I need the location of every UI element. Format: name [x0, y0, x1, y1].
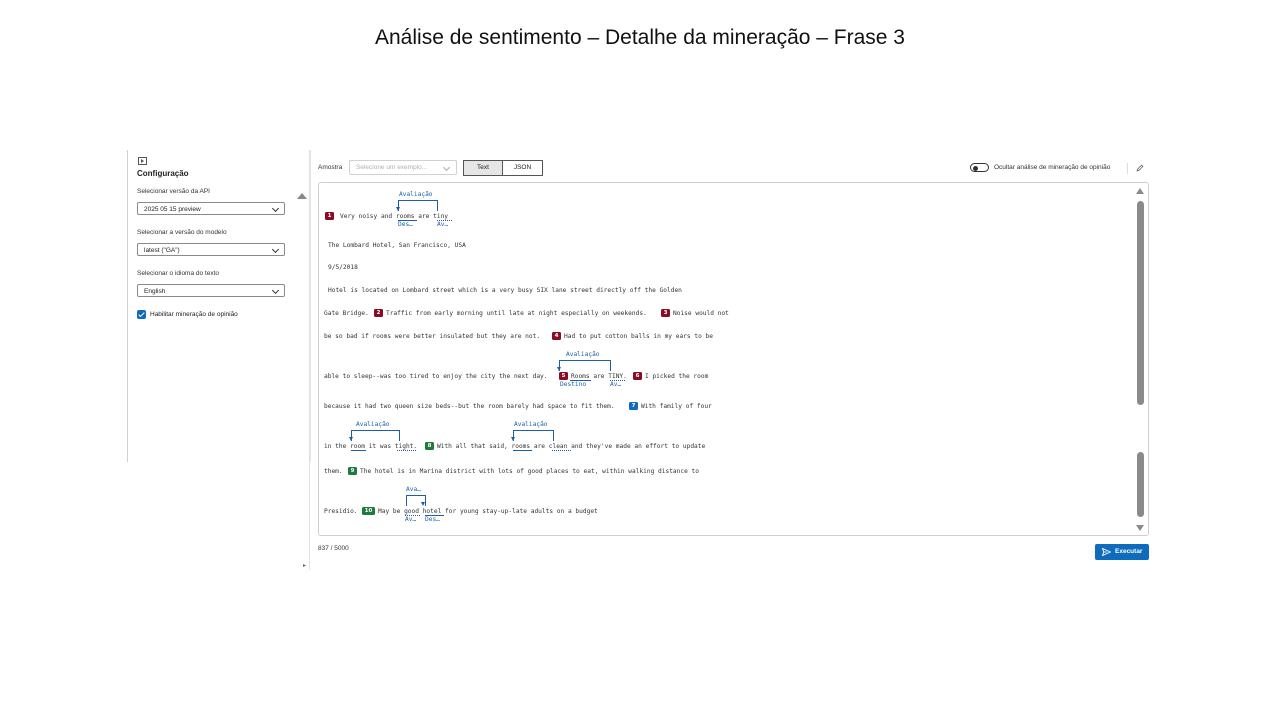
target-underline: [351, 450, 366, 451]
character-count: 837 / 5000: [318, 545, 349, 552]
language-label: Selecionar o idioma do texto: [137, 270, 220, 277]
edit-pencil-icon[interactable]: [1136, 164, 1144, 172]
api-version-label: Selecionar versão da API: [137, 188, 210, 195]
line-10a: them.: [324, 468, 343, 475]
line-10b: The hotel is in Marina district with lot…: [360, 468, 699, 475]
line-9a: in the room it was tight.: [324, 443, 418, 450]
line-5b: Traffic from early morning until late at…: [386, 310, 647, 317]
line-11a: Presidio.: [324, 508, 358, 515]
annotation-ava: Ava…: [406, 486, 421, 493]
sentence-badge-3[interactable]: 3: [661, 309, 670, 317]
sentence-badge-10[interactable]: 10: [362, 507, 375, 515]
chevron-down-icon: [271, 286, 280, 295]
line-2: The Lombard Hotel, San Francisco, USA: [328, 242, 466, 249]
connector: [398, 200, 438, 211]
panel-divider: [309, 150, 310, 570]
toolbar-divider: [1127, 163, 1128, 174]
sentence-badge-8[interactable]: 8: [425, 442, 434, 450]
assessment-underline: [397, 450, 416, 451]
tab-text[interactable]: Text: [463, 160, 503, 176]
sentence-badge-7[interactable]: 7: [629, 402, 638, 410]
annotation-destino: Destino: [560, 381, 587, 388]
send-icon: [1102, 548, 1111, 556]
api-version-select[interactable]: 2025 05 15 preview: [137, 202, 285, 215]
chevron-down-icon: [442, 163, 451, 172]
arrow-down-icon: [421, 502, 425, 506]
line-6a: be so bad if rooms were better insulated…: [324, 333, 541, 340]
scroll-down-icon[interactable]: [1136, 525, 1144, 531]
arrow-down-icon: [349, 437, 353, 441]
annotation-des: Des…: [425, 516, 440, 523]
run-button[interactable]: Executar: [1095, 544, 1149, 560]
api-version-value: 2025 05 15 preview: [144, 206, 201, 213]
language-select[interactable]: English: [137, 284, 285, 297]
slide-title: Análise de sentimento – Detalhe da miner…: [375, 26, 905, 49]
annotation-av: Av…: [405, 516, 417, 523]
annotation-av: Av…: [610, 381, 622, 388]
model-version-value: latest ("GA"): [144, 247, 180, 254]
annotation-avaliacao: Avaliação: [399, 191, 433, 198]
line-7b: Rooms are TINY.: [571, 373, 627, 380]
connector: [513, 430, 554, 441]
caret-right-icon[interactable]: ▸: [303, 562, 306, 569]
line-11b: May be good hotel for young stay-up-late…: [378, 508, 598, 515]
annotation-avaliacao: Avaliação: [514, 421, 548, 428]
arrow-down-icon: [557, 367, 561, 371]
annotation-des: Des…: [398, 221, 413, 228]
configuration-panel: Configuração Selecionar versão da API 20…: [127, 150, 311, 462]
scroll-up-icon[interactable]: [1136, 188, 1144, 194]
line-4: Hotel is located on Lombard street which…: [328, 287, 682, 294]
sentence-badge-5[interactable]: 5: [559, 372, 568, 380]
line-8a: because it had two queen size beds--but …: [324, 403, 615, 410]
assessment-underline: [552, 450, 571, 451]
annotation-av: Av…: [437, 221, 449, 228]
arrow-down-icon: [396, 207, 400, 211]
target-underline: [513, 450, 532, 451]
config-heading: Configuração: [137, 169, 189, 178]
model-version-label: Selecionar a versão do modelo: [137, 229, 227, 236]
line-7c: I picked the room: [645, 373, 709, 380]
arrow-down-icon: [511, 437, 515, 441]
line-3: 9/5/2018: [328, 264, 358, 271]
line-5a: Gate Bridge.: [324, 310, 369, 317]
annotation-avaliacao: Avaliação: [566, 351, 600, 358]
run-label: Executar: [1115, 548, 1143, 555]
opinion-mining-checkbox[interactable]: [137, 310, 146, 319]
connector: [559, 360, 611, 371]
collapse-up-icon[interactable]: [297, 193, 307, 199]
line-5c: Noise would not: [673, 310, 729, 317]
scrollbar-thumb[interactable]: [1137, 201, 1144, 405]
sentence-badge-6[interactable]: 6: [633, 372, 642, 380]
tab-json[interactable]: JSON: [502, 160, 543, 176]
model-version-select[interactable]: latest ("GA"): [137, 243, 285, 256]
chevron-down-icon: [271, 245, 280, 254]
chevron-down-icon: [271, 204, 280, 213]
annotation-avaliacao: Avaliação: [356, 421, 390, 428]
analysis-text-area[interactable]: Avaliação 1 Very noisy and rooms are tin…: [318, 182, 1149, 536]
sentence-badge-4[interactable]: 4: [552, 332, 561, 340]
line-6b: Had to put cotton balls in my ears to be: [564, 333, 714, 340]
scrollbar-thumb-lower[interactable]: [1137, 452, 1144, 517]
connector: [351, 430, 400, 441]
hide-opinion-mining-toggle[interactable]: [970, 163, 989, 172]
collapse-panel-icon[interactable]: [138, 157, 147, 165]
line-8b: With family of four: [641, 403, 712, 410]
opinion-mining-label: Habilitar mineração de opinião: [150, 311, 238, 318]
sample-placeholder: Selecione um exemplo...: [356, 164, 428, 171]
sentence-badge-9[interactable]: 9: [348, 467, 357, 475]
sample-select[interactable]: Selecione um exemplo...: [349, 160, 457, 175]
hide-opinion-mining-label: Ocultar análise de mineração de opinião: [994, 164, 1111, 171]
language-value: English: [144, 288, 166, 295]
line-1: Very noisy and rooms are tiny: [340, 213, 449, 220]
sentence-badge-1[interactable]: 1: [325, 212, 334, 220]
sample-label: Amostra: [318, 164, 343, 171]
line-7a: able to sleep--was too tired to enjoy th…: [324, 373, 548, 380]
line-9b: With all that said, rooms are clean and …: [437, 443, 706, 450]
sentence-badge-2[interactable]: 2: [374, 309, 383, 317]
